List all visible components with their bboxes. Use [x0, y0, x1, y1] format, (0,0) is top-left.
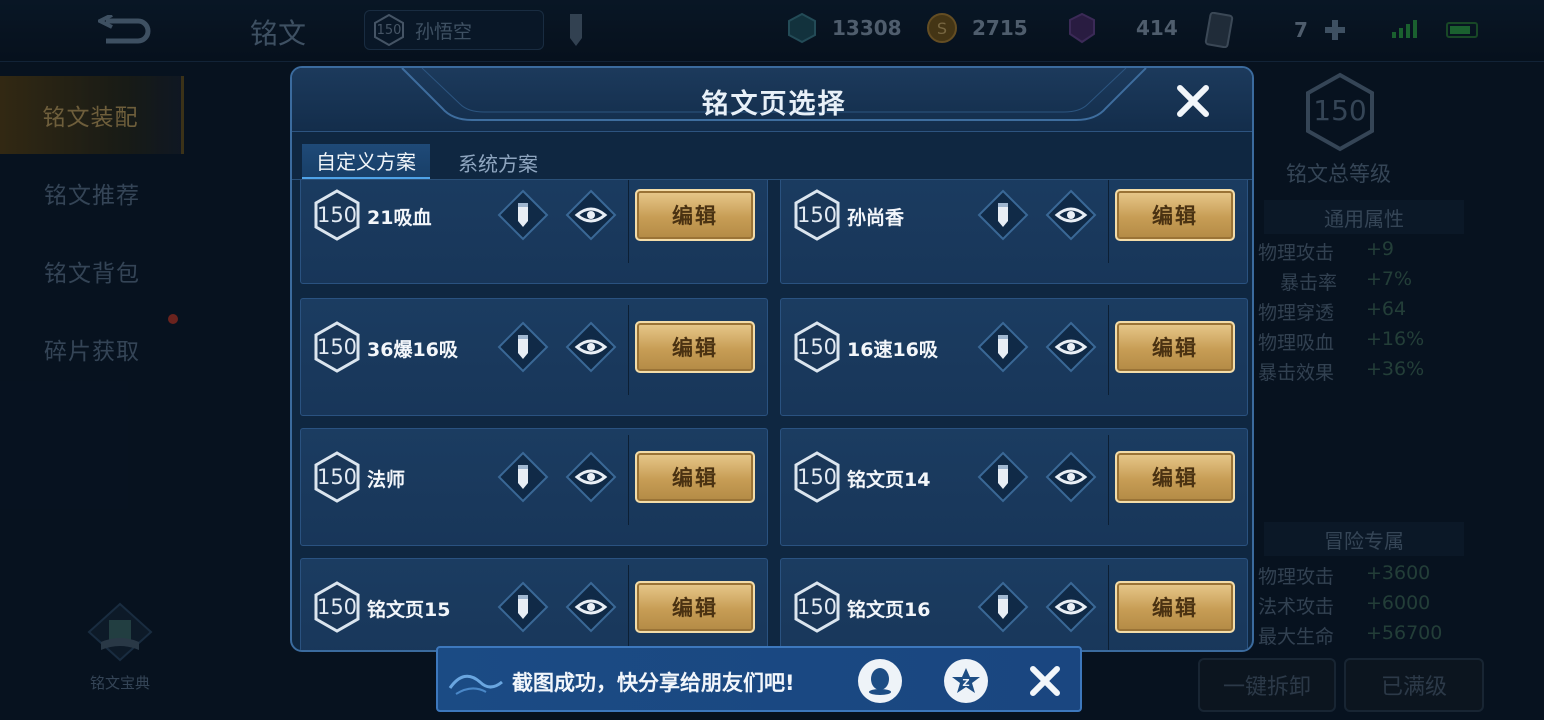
preview-page-button[interactable]: [565, 581, 617, 633]
card-divider: [1108, 305, 1109, 395]
close-icon: [1030, 666, 1060, 696]
preview-page-button[interactable]: [565, 451, 617, 503]
page-name: 16速16吸: [847, 339, 938, 361]
rename-page-button[interactable]: [977, 321, 1029, 373]
page-level: 150: [796, 465, 838, 489]
page-level: 150: [316, 335, 358, 359]
card-divider: [628, 305, 629, 395]
inscription-page-card[interactable]: 150 铭文页14 编辑: [780, 428, 1248, 546]
inscription-page-list: 150 21吸血 编辑 150 孙尚香 编辑 150 36爆16吸 编辑 150 16速16吸 编辑 1…: [292, 180, 1252, 650]
inscription-page-card[interactable]: 150 铭文页15 编辑: [300, 558, 768, 650]
page-level-badge: 150: [313, 321, 361, 373]
close-icon: [1177, 85, 1209, 117]
edit-page-button[interactable]: 编辑: [635, 189, 755, 241]
preview-page-button[interactable]: [1045, 321, 1097, 373]
pencil-icon: [497, 321, 549, 373]
toast-close-button[interactable]: [1026, 662, 1064, 700]
svg-text:Z: Z: [962, 678, 969, 689]
page-level: 150: [316, 465, 358, 489]
preview-page-button[interactable]: [1045, 451, 1097, 503]
swirl-icon: [448, 674, 503, 695]
inscription-page-card[interactable]: 150 36爆16吸 编辑: [300, 298, 768, 416]
preview-page-button[interactable]: [565, 321, 617, 373]
eye-icon: [1045, 581, 1097, 633]
pencil-icon: [497, 189, 549, 241]
edit-page-button[interactable]: 编辑: [1115, 189, 1235, 241]
inscription-page-card[interactable]: 150 铭文页16 编辑: [780, 558, 1248, 650]
rename-page-button[interactable]: [977, 581, 1029, 633]
rename-page-button[interactable]: [497, 581, 549, 633]
rename-page-button[interactable]: [497, 451, 549, 503]
tab-bar: 自定义方案 系统方案: [302, 144, 552, 180]
card-divider: [1108, 435, 1109, 525]
page-level: 150: [796, 203, 838, 227]
card-divider: [628, 435, 629, 525]
share-qq-button[interactable]: [858, 659, 902, 703]
page-name: 36爆16吸: [367, 339, 458, 361]
inscription-page-card[interactable]: 150 法师 编辑: [300, 428, 768, 546]
card-divider: [628, 180, 629, 263]
eye-icon: [565, 581, 617, 633]
edit-page-button[interactable]: 编辑: [635, 321, 755, 373]
qq-icon: [869, 668, 891, 695]
preview-page-button[interactable]: [1045, 189, 1097, 241]
rename-page-button[interactable]: [497, 189, 549, 241]
edit-page-button[interactable]: 编辑: [1115, 581, 1235, 633]
page-name: 21吸血: [367, 207, 432, 229]
rename-page-button[interactable]: [977, 189, 1029, 241]
inscription-page-card[interactable]: 150 21吸血 编辑: [300, 180, 768, 284]
page-name: 法师: [367, 469, 406, 491]
page-name: 铭文页16: [847, 599, 931, 621]
preview-page-button[interactable]: [1045, 581, 1097, 633]
dialog-header: 铭文页选择: [292, 68, 1252, 132]
page-level-badge: 150: [313, 581, 361, 633]
screenshot-toast: 截图成功，快分享给朋友们吧! Z: [436, 646, 1082, 712]
eye-icon: [1045, 451, 1097, 503]
preview-page-button[interactable]: [565, 189, 617, 241]
page-level: 150: [316, 203, 358, 227]
page-level-badge: 150: [793, 581, 841, 633]
pencil-icon: [977, 321, 1029, 373]
eye-icon: [565, 321, 617, 373]
inscription-page-card[interactable]: 150 16速16吸 编辑: [780, 298, 1248, 416]
page-level-badge: 150: [313, 451, 361, 503]
eye-icon: [1045, 189, 1097, 241]
eye-icon: [565, 451, 617, 503]
card-divider: [1108, 565, 1109, 650]
edit-page-button[interactable]: 编辑: [635, 581, 755, 633]
dialog-title: 铭文页选择: [701, 89, 847, 120]
edit-page-button[interactable]: 编辑: [1115, 451, 1235, 503]
pencil-icon: [497, 451, 549, 503]
pencil-icon: [977, 189, 1029, 241]
edit-page-button[interactable]: 编辑: [1115, 321, 1235, 373]
tab-custom[interactable]: 自定义方案: [302, 144, 430, 180]
page-name: 铭文页14: [847, 469, 931, 491]
page-level-badge: 150: [793, 189, 841, 241]
page-name: 铭文页15: [367, 599, 451, 621]
card-divider: [628, 565, 629, 650]
star-icon: Z: [952, 668, 980, 693]
share-qzone-button[interactable]: Z: [944, 659, 988, 703]
card-divider: [1108, 180, 1109, 263]
pencil-icon: [977, 451, 1029, 503]
pencil-icon: [977, 581, 1029, 633]
page-level: 150: [796, 335, 838, 359]
rename-page-button[interactable]: [497, 321, 549, 373]
page-level-badge: 150: [793, 321, 841, 373]
inscription-page-card[interactable]: 150 孙尚香 编辑: [780, 180, 1248, 284]
eye-icon: [565, 189, 617, 241]
inscription-page-select-dialog: 铭文页选择 自定义方案 系统方案 150 21吸血 编辑 150 孙尚香 编辑 150 36爆…: [290, 66, 1254, 652]
pencil-icon: [497, 581, 549, 633]
edit-page-button[interactable]: 编辑: [635, 451, 755, 503]
toast-message: 截图成功，快分享给朋友们吧!: [512, 671, 795, 695]
page-level-badge: 150: [793, 451, 841, 503]
page-level-badge: 150: [313, 189, 361, 241]
page-name: 孙尚香: [847, 207, 905, 229]
page-level: 150: [316, 595, 358, 619]
tab-system[interactable]: 系统方案: [444, 144, 552, 180]
page-level: 150: [796, 595, 838, 619]
rename-page-button[interactable]: [977, 451, 1029, 503]
close-button[interactable]: [1170, 78, 1216, 124]
eye-icon: [1045, 321, 1097, 373]
